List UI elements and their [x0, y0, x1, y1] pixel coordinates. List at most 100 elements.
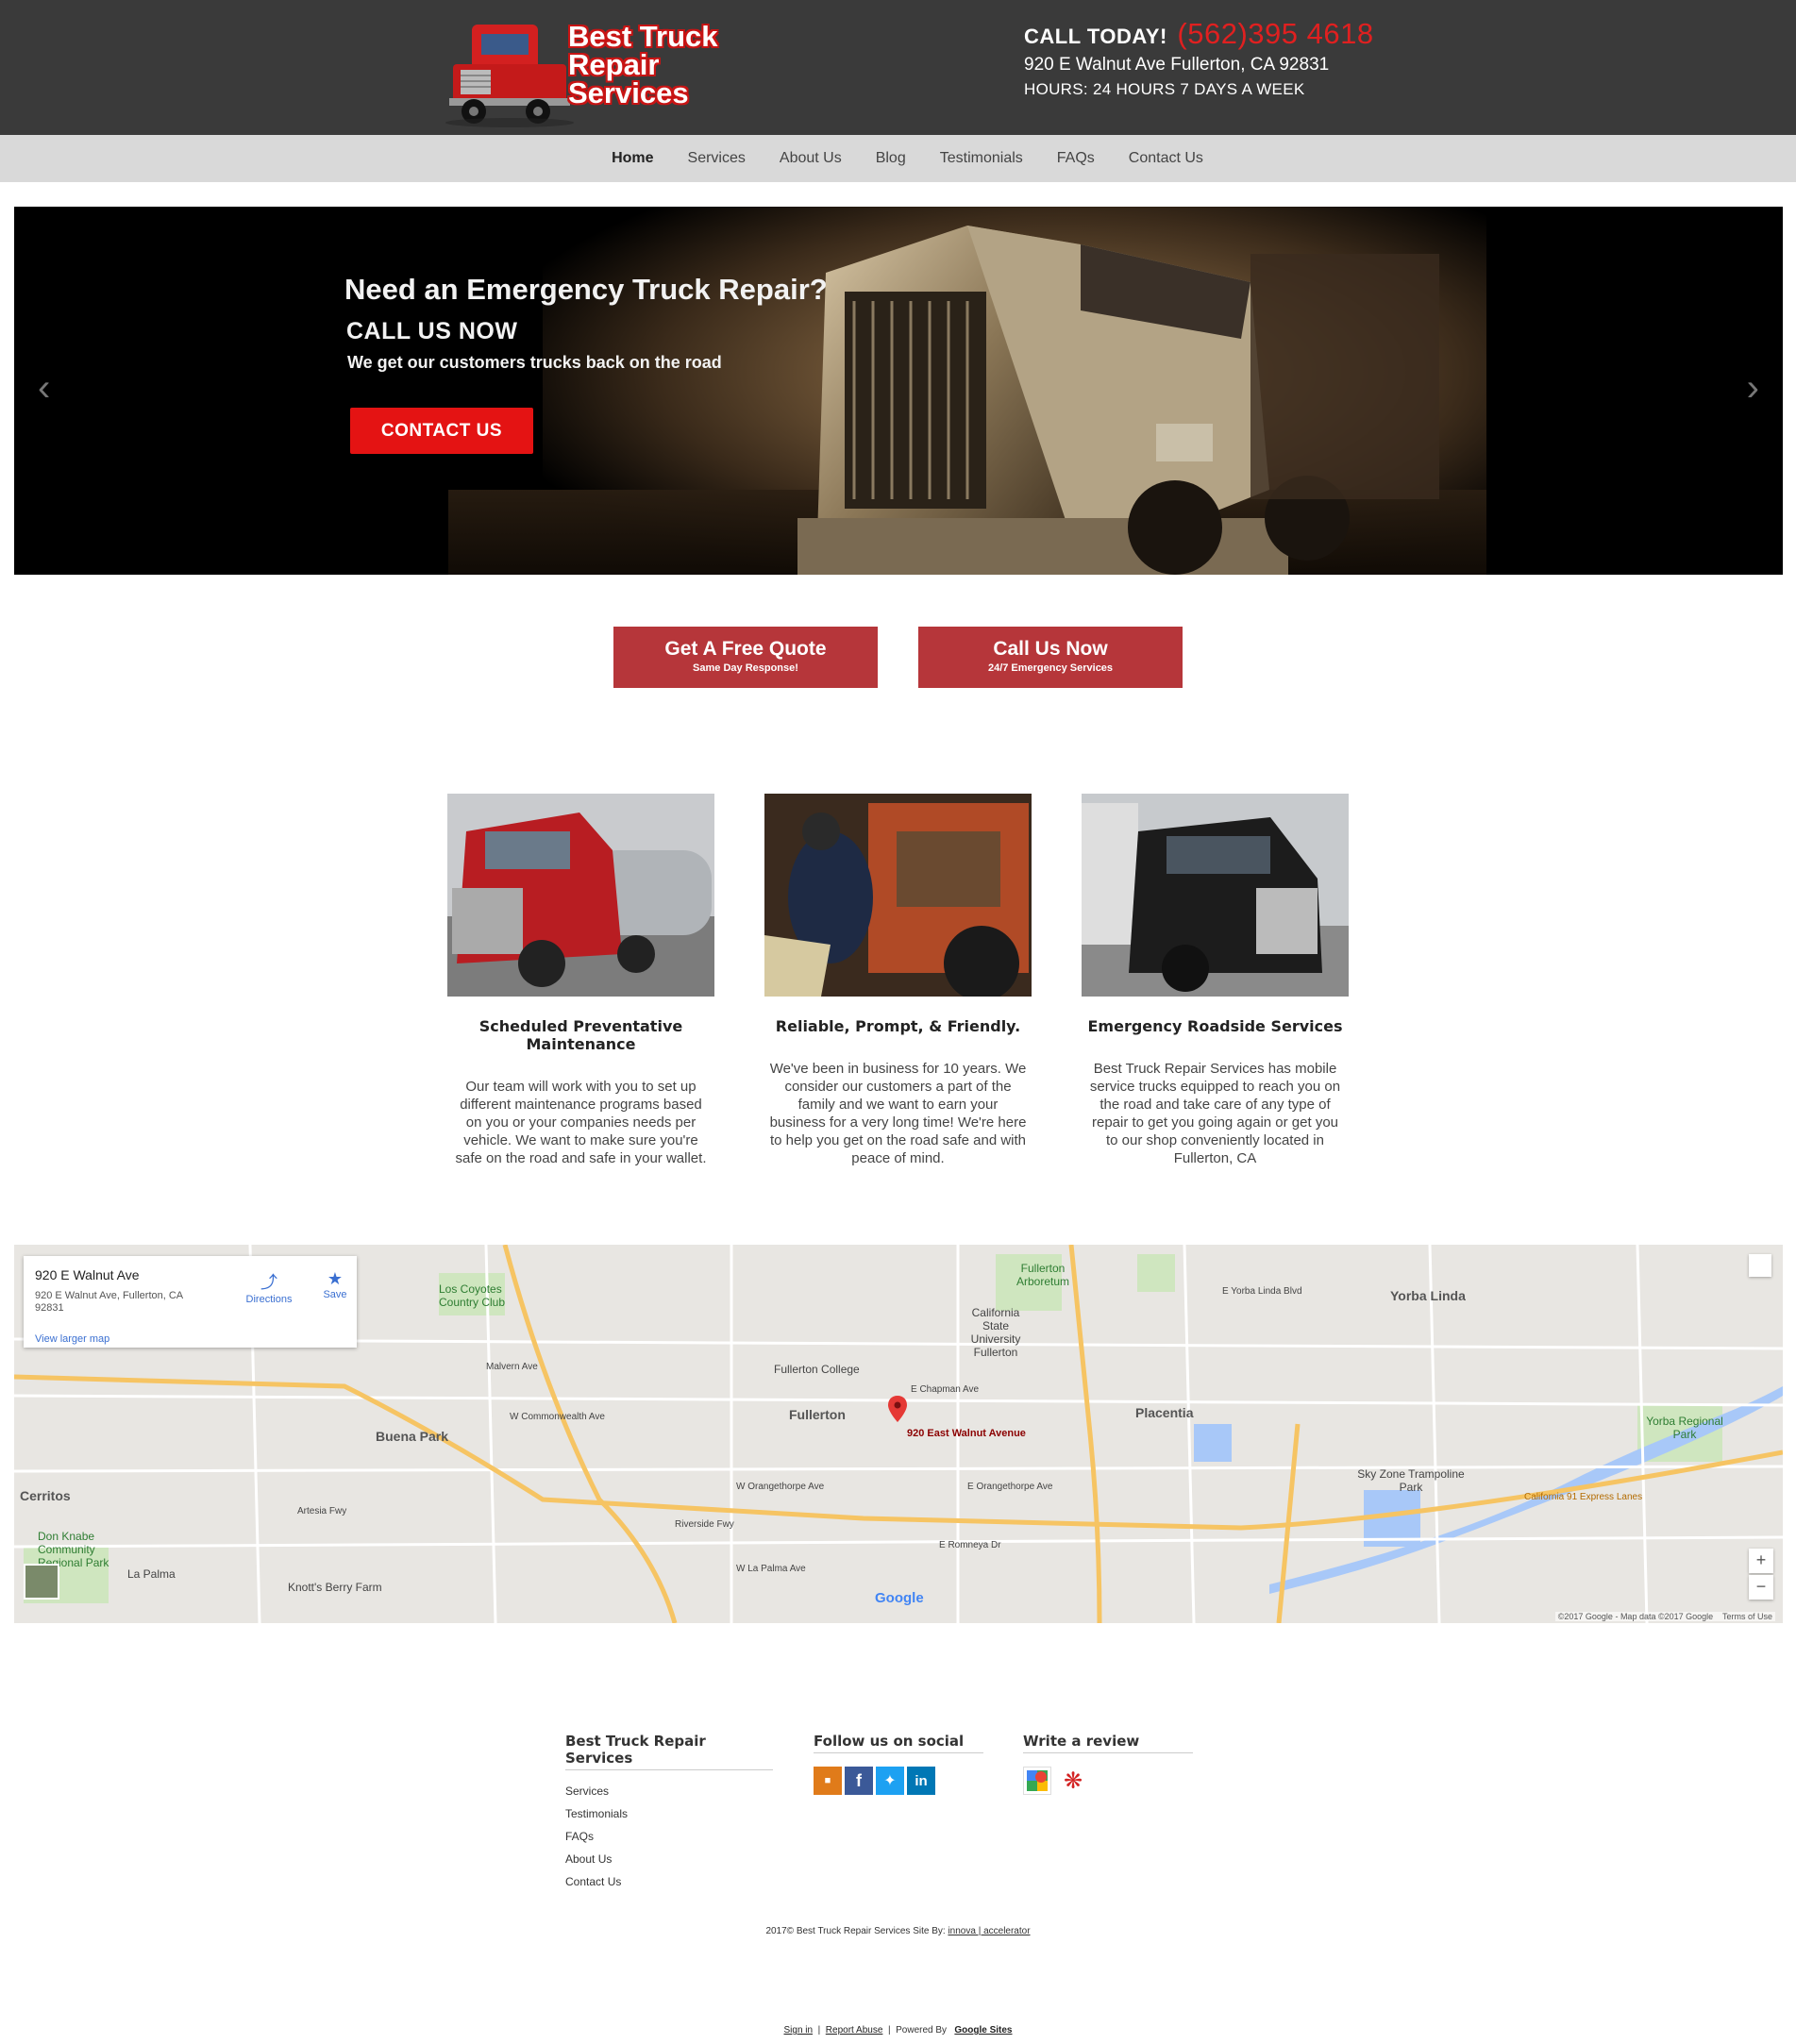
directions-label: Directions: [245, 1294, 293, 1305]
feature-maintenance: Scheduled Preventative Maintenance Our t…: [447, 794, 714, 1167]
footer-link-about-us[interactable]: About Us: [565, 1848, 773, 1870]
map-road-yorba-linda-blvd: E Yorba Linda Blvd: [1222, 1286, 1302, 1297]
map-pin-icon[interactable]: [888, 1396, 907, 1422]
copyright-line: 2017© Best Truck Repair Services Site By…: [0, 1926, 1796, 1936]
footer-link-testimonials[interactable]: Testimonials: [565, 1802, 773, 1825]
call-today-label: CALL TODAY!: [1024, 25, 1167, 48]
phone-link[interactable]: (562)395 4618: [1177, 17, 1373, 50]
map-road-la-palma: W La Palma Ave: [736, 1564, 806, 1574]
free-quote-sub: Same Day Response!: [693, 662, 798, 674]
directions-button[interactable]: ⤴ Directions: [241, 1269, 297, 1305]
streetview-pegman-icon[interactable]: [1749, 1254, 1771, 1277]
footer-col1-title: Best Truck Repair Services: [565, 1733, 773, 1770]
logo-line-2: Repair Services: [568, 48, 689, 109]
chevron-left-icon[interactable]: ‹: [38, 367, 50, 410]
google-sites-bar: Sign in | Report Abuse | Powered By Goog…: [783, 2025, 1013, 2036]
call-today-line: CALL TODAY! (562)395 4618: [1024, 17, 1374, 51]
map-place-fullerton: Fullerton: [789, 1407, 846, 1422]
main-nav: Home Services About Us Blog Testimonials…: [0, 135, 1796, 182]
logo-line-1: Best Truck: [568, 20, 718, 53]
nav-item-services[interactable]: Services: [671, 150, 763, 167]
location-map[interactable]: 920 E Walnut Ave 920 E Walnut Ave, Fulle…: [14, 1245, 1783, 1623]
powered-by-label: Powered By: [896, 2025, 948, 2036]
feature-roadside: Emergency Roadside Services Best Truck R…: [1082, 794, 1349, 1167]
report-abuse-link[interactable]: Report Abuse: [826, 2025, 883, 2036]
nav-item-testimonials[interactable]: Testimonials: [923, 150, 1040, 167]
nav-item-about-us[interactable]: About Us: [763, 150, 859, 167]
google-logo: Google: [875, 1590, 924, 1606]
footer-col3-title: Write a review: [1023, 1733, 1193, 1753]
footer-link-contact-us[interactable]: Contact Us: [565, 1870, 773, 1893]
feature-text: Our team will work with you to set up di…: [455, 1079, 707, 1166]
yelp-icon[interactable]: ❋: [1059, 1767, 1087, 1795]
contact-us-button[interactable]: CONTACT US: [350, 408, 533, 454]
map-road-w-orangethorpe: W Orangethorpe Ave: [736, 1482, 825, 1492]
hero-subheading: CALL US NOW: [346, 318, 518, 344]
facebook-icon[interactable]: f: [845, 1767, 873, 1795]
map-card-address: 920 E Walnut Ave, Fullerton, CA 92831: [35, 1290, 183, 1314]
map-info-card: 920 E Walnut Ave 920 E Walnut Ave, Fulle…: [24, 1256, 357, 1348]
nav-item-contact-us[interactable]: Contact Us: [1112, 150, 1220, 167]
copyright-text: 2017© Best Truck Repair Services Site By…: [765, 1926, 946, 1936]
map-road-e-orangethorpe: E Orangethorpe Ave: [967, 1482, 1053, 1492]
map-place-los-coyotes: Los Coyotes Country Club: [439, 1282, 506, 1309]
site-header: Best Truck Repair Services CALL TODAY! (…: [0, 0, 1796, 135]
site-logo[interactable]: Best Truck Repair Services: [444, 17, 783, 128]
feature-reliable: Reliable, Prompt, & Friendly. We've been…: [764, 794, 1032, 1167]
ibn-icon[interactable]: ■: [814, 1767, 842, 1795]
map-place-placentia: Placentia: [1135, 1405, 1194, 1420]
map-place-la-palma: La Palma: [127, 1567, 176, 1581]
terms-of-use-link[interactable]: Terms of Use: [1722, 1612, 1772, 1621]
footer-column-review: Write a review ❋: [1023, 1733, 1193, 1795]
save-button[interactable]: ★ Save: [316, 1269, 354, 1300]
credit-link[interactable]: innova | accelerator: [948, 1926, 1030, 1936]
map-attribution: ©2017 Google - Map data ©2017 Google Ter…: [1554, 1612, 1775, 1621]
review-icons: ❋: [1023, 1767, 1193, 1795]
footer-link-faqs[interactable]: FAQs: [565, 1825, 773, 1848]
twitter-icon[interactable]: ✦: [876, 1767, 904, 1795]
hero-text: We get our customers trucks back on the …: [347, 353, 722, 372]
map-road-riverside: Riverside Fwy: [675, 1519, 734, 1530]
google-sites-link[interactable]: Google Sites: [954, 2025, 1012, 2036]
hero-heading: Need an Emergency Truck Repair?: [344, 273, 828, 306]
mechanic-photo: [764, 794, 1032, 997]
free-quote-label: Get A Free Quote: [664, 638, 827, 660]
google-logo-text: Google: [875, 1590, 924, 1606]
zoom-out-button[interactable]: −: [1749, 1575, 1773, 1600]
sign-in-link[interactable]: Sign in: [783, 2025, 813, 2036]
black-truck-photo: [1082, 794, 1349, 997]
footer-link-services[interactable]: Services: [565, 1780, 773, 1802]
map-place-csuf: California State University Fullerton: [970, 1306, 1021, 1359]
truck-logo-icon: [445, 25, 574, 127]
map-place-sky-zone: Sky Zone Trampoline Park: [1357, 1467, 1465, 1494]
feature-text: Best Truck Repair Services has mobile se…: [1089, 1061, 1341, 1166]
map-road-romneya: E Romneya Dr: [939, 1540, 1001, 1550]
map-marker-label: 920 East Walnut Avenue: [907, 1428, 1026, 1439]
nav-item-faqs[interactable]: FAQs: [1040, 150, 1112, 167]
chevron-right-icon[interactable]: ›: [1747, 367, 1759, 410]
map-road-chapman: E Chapman Ave: [911, 1384, 980, 1395]
map-attribution-text: ©2017 Google - Map data ©2017 Google: [1557, 1612, 1714, 1621]
linkedin-icon[interactable]: in: [907, 1767, 935, 1795]
zoom-in-button[interactable]: +: [1749, 1549, 1773, 1573]
footer-column-links: Best Truck Repair Services Services Test…: [565, 1733, 773, 1893]
view-larger-map-link[interactable]: View larger map: [35, 1333, 109, 1345]
footer-column-social: Follow us on social ■ f ✦ in: [814, 1733, 983, 1795]
map-road-91-express: California 91 Express Lanes: [1524, 1492, 1643, 1502]
feature-title: Reliable, Prompt, & Friendly.: [775, 1017, 1021, 1035]
nav-item-blog[interactable]: Blog: [859, 150, 923, 167]
satellite-toggle[interactable]: [24, 1564, 59, 1600]
header-hours: HOURS: 24 HOURS 7 DAYS A WEEK: [1024, 80, 1305, 98]
save-label: Save: [323, 1289, 347, 1300]
map-place-yorba-park: Yorba Regional Park: [1646, 1415, 1723, 1441]
map-road-artesia: Artesia Fwy: [297, 1506, 347, 1516]
google-maps-icon[interactable]: [1023, 1767, 1051, 1795]
map-road-malvern: Malvern Ave: [486, 1362, 538, 1372]
call-us-now-button[interactable]: Call Us Now 24/7 Emergency Services: [918, 627, 1183, 688]
map-place-buena-park: Buena Park: [376, 1429, 449, 1444]
map-place-cerritos: Cerritos: [20, 1488, 71, 1503]
map-road-commonwealth: W Commonwealth Ave: [510, 1412, 605, 1422]
feature-title: Scheduled Preventative Maintenance: [478, 1017, 683, 1053]
nav-item-home[interactable]: Home: [595, 150, 670, 167]
free-quote-button[interactable]: Get A Free Quote Same Day Response!: [613, 627, 878, 688]
